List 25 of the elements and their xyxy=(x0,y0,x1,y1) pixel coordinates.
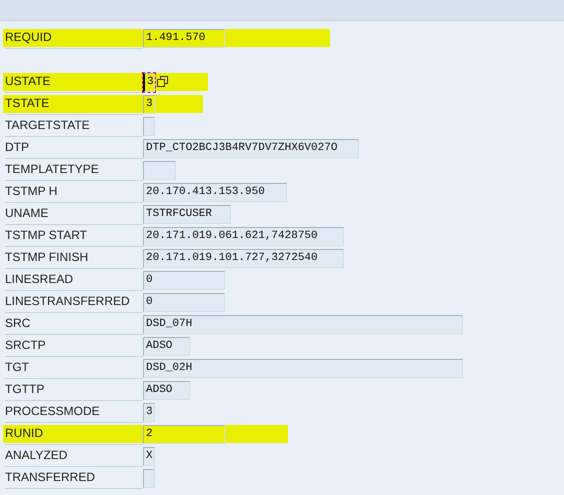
input-field[interactable]: 20.171.019.101.727,3272540 xyxy=(143,248,344,268)
input-field[interactable]: DTP_CTO2BCJ3B4RV7DV7ZHX6V027O xyxy=(143,138,359,158)
input-field[interactable]: 1.491.570 xyxy=(143,28,225,48)
input-field[interactable]: 20.170.413.153.950 xyxy=(143,182,287,202)
input-field[interactable]: 2 xyxy=(143,424,225,444)
input-field[interactable]: ADSO xyxy=(143,336,190,356)
value-help-icon[interactable] xyxy=(156,75,170,89)
input-field[interactable]: ADSO xyxy=(143,380,190,400)
input-field[interactable]: DSD_07H xyxy=(143,314,463,334)
input-field[interactable]: 3 xyxy=(143,402,155,422)
input-field[interactable]: 0 xyxy=(143,292,225,312)
input-field[interactable] xyxy=(143,160,176,180)
input-field[interactable]: 3 xyxy=(143,72,155,92)
input-field[interactable]: DSD_02H xyxy=(143,358,463,378)
input-field[interactable]: TSTRFCUSER xyxy=(143,204,231,224)
input-field[interactable] xyxy=(143,468,155,488)
field-label: USTATE xyxy=(5,71,143,93)
field-label: RUNID xyxy=(5,423,143,445)
input-field[interactable]: 0 xyxy=(143,270,225,290)
field-label: TSTATE xyxy=(5,93,143,115)
field-label: REQUID xyxy=(5,27,143,49)
input-field[interactable]: 20.171.019.061.621,7428750 xyxy=(143,226,344,246)
input-field[interactable]: X xyxy=(143,446,155,466)
input-field[interactable] xyxy=(143,116,155,136)
input-field[interactable]: 3 xyxy=(143,94,155,114)
